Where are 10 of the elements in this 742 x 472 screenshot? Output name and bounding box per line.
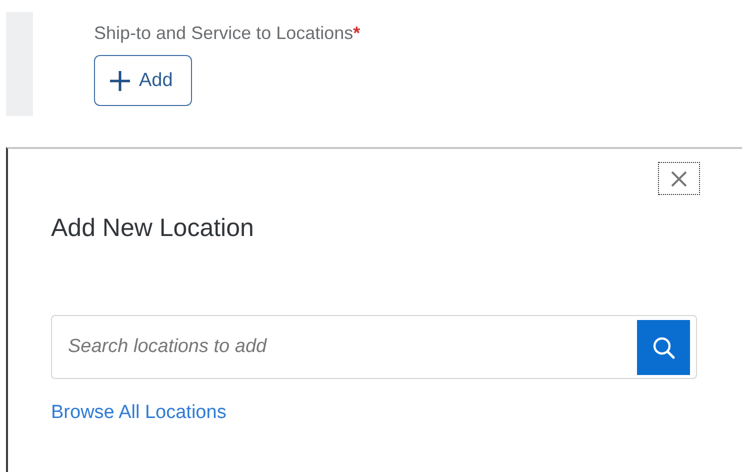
add-button[interactable]: Add <box>94 55 192 106</box>
browse-link[interactable]: Browse All Locations <box>51 402 226 424</box>
close-button[interactable] <box>658 162 700 195</box>
dialog-title: Add New Location <box>51 213 255 243</box>
field-label: Ship-to and Service to Locations* <box>94 22 360 44</box>
search-field[interactable]: Search locations to add <box>51 315 697 379</box>
plus-icon <box>109 70 131 92</box>
search-button[interactable] <box>637 320 690 375</box>
search-icon <box>650 334 676 360</box>
close-icon <box>670 170 688 188</box>
